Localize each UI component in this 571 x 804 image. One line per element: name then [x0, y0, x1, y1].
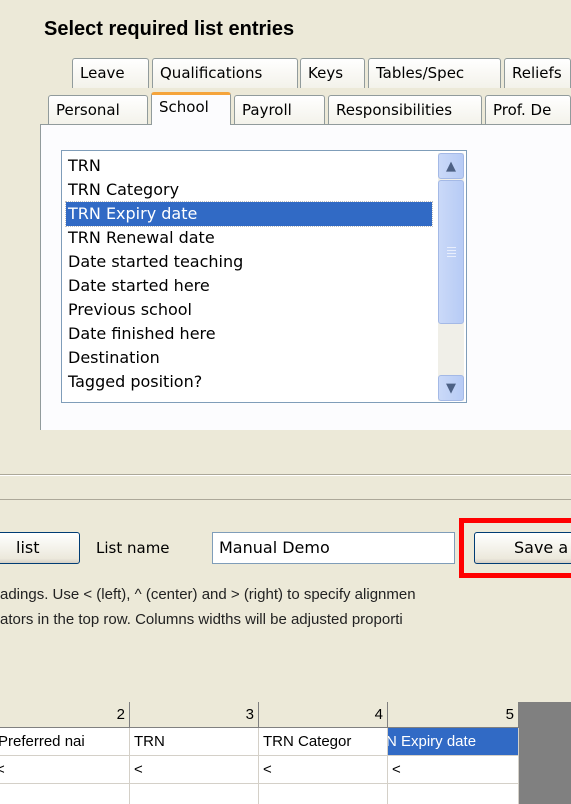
highlight-annotation	[459, 518, 571, 578]
list-name-label: List name	[96, 539, 170, 557]
grid-cell[interactable]: TRN Categor	[259, 728, 388, 756]
grid-empty-area	[519, 702, 571, 804]
list-item[interactable]: TRN Category	[66, 178, 179, 202]
grid-cell[interactable]: <	[259, 756, 388, 784]
list-name-field[interactable]: Manual Demo	[212, 532, 455, 564]
grid-cell[interactable]: <	[0, 756, 130, 784]
list-item[interactable]: TRN	[66, 154, 101, 178]
list-item[interactable]: Tagged position?	[66, 370, 202, 394]
tab-responsibilities[interactable]: Responsibilities	[328, 95, 482, 125]
grid-cell[interactable]: <	[130, 756, 259, 784]
grid-cell[interactable]	[388, 784, 519, 804]
grid-cell[interactable]: TRN	[130, 728, 259, 756]
divider	[0, 475, 571, 476]
grid-cell[interactable]	[259, 784, 388, 804]
column-header: 5	[388, 702, 519, 728]
tab-payroll[interactable]: Payroll	[234, 95, 325, 125]
grid-cell[interactable]	[0, 784, 130, 804]
grid-cell[interactable]: <	[388, 756, 519, 784]
list-item[interactable]: Date started here	[66, 274, 210, 298]
column-header: 3	[130, 702, 259, 728]
scroll-down-arrow-icon[interactable]: ▼	[438, 375, 464, 401]
scrollbar-thumb[interactable]	[438, 180, 464, 324]
list-item[interactable]: Date finished here	[66, 322, 216, 346]
column-header: 2	[0, 702, 130, 728]
grid-cell-text: <	[0, 756, 5, 783]
tab-reliefs[interactable]: Reliefs	[504, 58, 571, 88]
tab-tables-spec[interactable]: Tables/Spec	[368, 58, 501, 88]
grid-cell-text: Preferred nai	[0, 733, 85, 750]
section-title: Select required list entries	[44, 18, 295, 40]
tab-keys[interactable]: Keys	[300, 58, 365, 88]
list-item[interactable]: Destination	[66, 346, 160, 370]
grid-cell[interactable]: Preferred nai	[0, 728, 130, 756]
entries-listbox[interactable]: TRN TRN Category TRN Expiry date TRN Ren…	[61, 150, 467, 403]
dialog-window: Select required list entries Leave Quali…	[0, 0, 571, 804]
divider	[0, 499, 571, 500]
listbox-scrollbar[interactable]: ▲ ▼	[438, 153, 464, 401]
list-item[interactable]: Date started teaching	[66, 250, 243, 274]
grid-cell-selected[interactable]: TRN Expiry date	[388, 728, 519, 756]
columns-grid[interactable]: 2 3 4 5 Preferred nai TRN TRN Categor TR…	[0, 702, 519, 804]
grid-cell[interactable]	[130, 784, 259, 804]
grid-cell-text: TRN Expiry date	[388, 733, 477, 750]
list-item-selected[interactable]: TRN Expiry date	[65, 201, 433, 227]
help-text-line-2: ators in the top row. Columns widths wil…	[0, 611, 403, 628]
tab-qualifications[interactable]: Qualifications	[152, 58, 298, 88]
scroll-up-arrow-icon[interactable]: ▲	[438, 153, 464, 179]
list-button[interactable]: list	[0, 532, 80, 564]
tab-prof-development[interactable]: Prof. De	[485, 95, 571, 125]
tab-personal[interactable]: Personal	[48, 95, 148, 125]
tab-leave[interactable]: Leave	[72, 58, 149, 88]
help-text-line-1: adings. Use < (left), ^ (center) and > (…	[0, 586, 416, 603]
column-header: 4	[259, 702, 388, 728]
list-item[interactable]: Previous school	[66, 298, 192, 322]
tab-school[interactable]: School	[151, 92, 231, 125]
list-item[interactable]: TRN Renewal date	[66, 226, 215, 250]
